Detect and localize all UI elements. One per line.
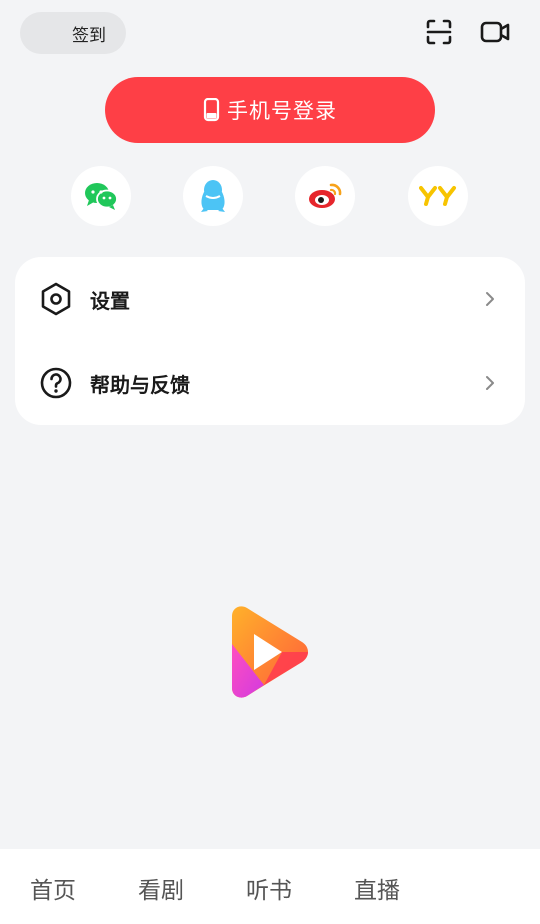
video-icon[interactable]: [480, 17, 510, 47]
menu-item-label: 设置: [90, 288, 130, 313]
wechat-icon: [85, 183, 118, 210]
phone-login-label: 手机号登录: [227, 99, 337, 123]
help-question-icon: [40, 367, 72, 399]
menu-item-settings[interactable]: 设置: [15, 257, 525, 341]
scan-icon[interactable]: [424, 17, 454, 47]
app-logo-icon: [232, 606, 308, 698]
chevron-right-icon: [486, 376, 494, 390]
yy-login-button[interactable]: [408, 166, 468, 226]
social-login-row: [0, 166, 540, 226]
tab-live[interactable]: 直播: [354, 871, 400, 905]
menu-item-label: 帮助与反馈: [90, 372, 190, 397]
checkin-button[interactable]: 签到: [20, 12, 126, 54]
phone-icon: [203, 98, 220, 122]
tab-home[interactable]: 首页: [30, 871, 76, 905]
wechat-login-button[interactable]: [71, 166, 131, 226]
tab-audiobook[interactable]: 听书: [246, 871, 292, 905]
yy-icon: [419, 186, 456, 206]
menu-item-help-feedback[interactable]: 帮助与反馈: [15, 341, 525, 425]
bottom-tab-bar: 首页 看剧 听书 直播: [0, 849, 540, 924]
checkin-label: 签到: [72, 25, 106, 46]
chevron-right-icon: [486, 292, 494, 306]
weibo-icon: [309, 183, 342, 208]
weibo-login-button[interactable]: [295, 166, 355, 226]
menu-card: 设置 帮助与反馈: [15, 257, 525, 425]
qq-icon: [201, 180, 225, 212]
top-bar: 签到: [0, 0, 540, 66]
settings-hexagon-icon: [41, 282, 71, 316]
qq-login-button[interactable]: [183, 166, 243, 226]
phone-login-button[interactable]: 手机号登录: [105, 77, 435, 143]
tab-drama[interactable]: 看剧: [138, 871, 184, 905]
